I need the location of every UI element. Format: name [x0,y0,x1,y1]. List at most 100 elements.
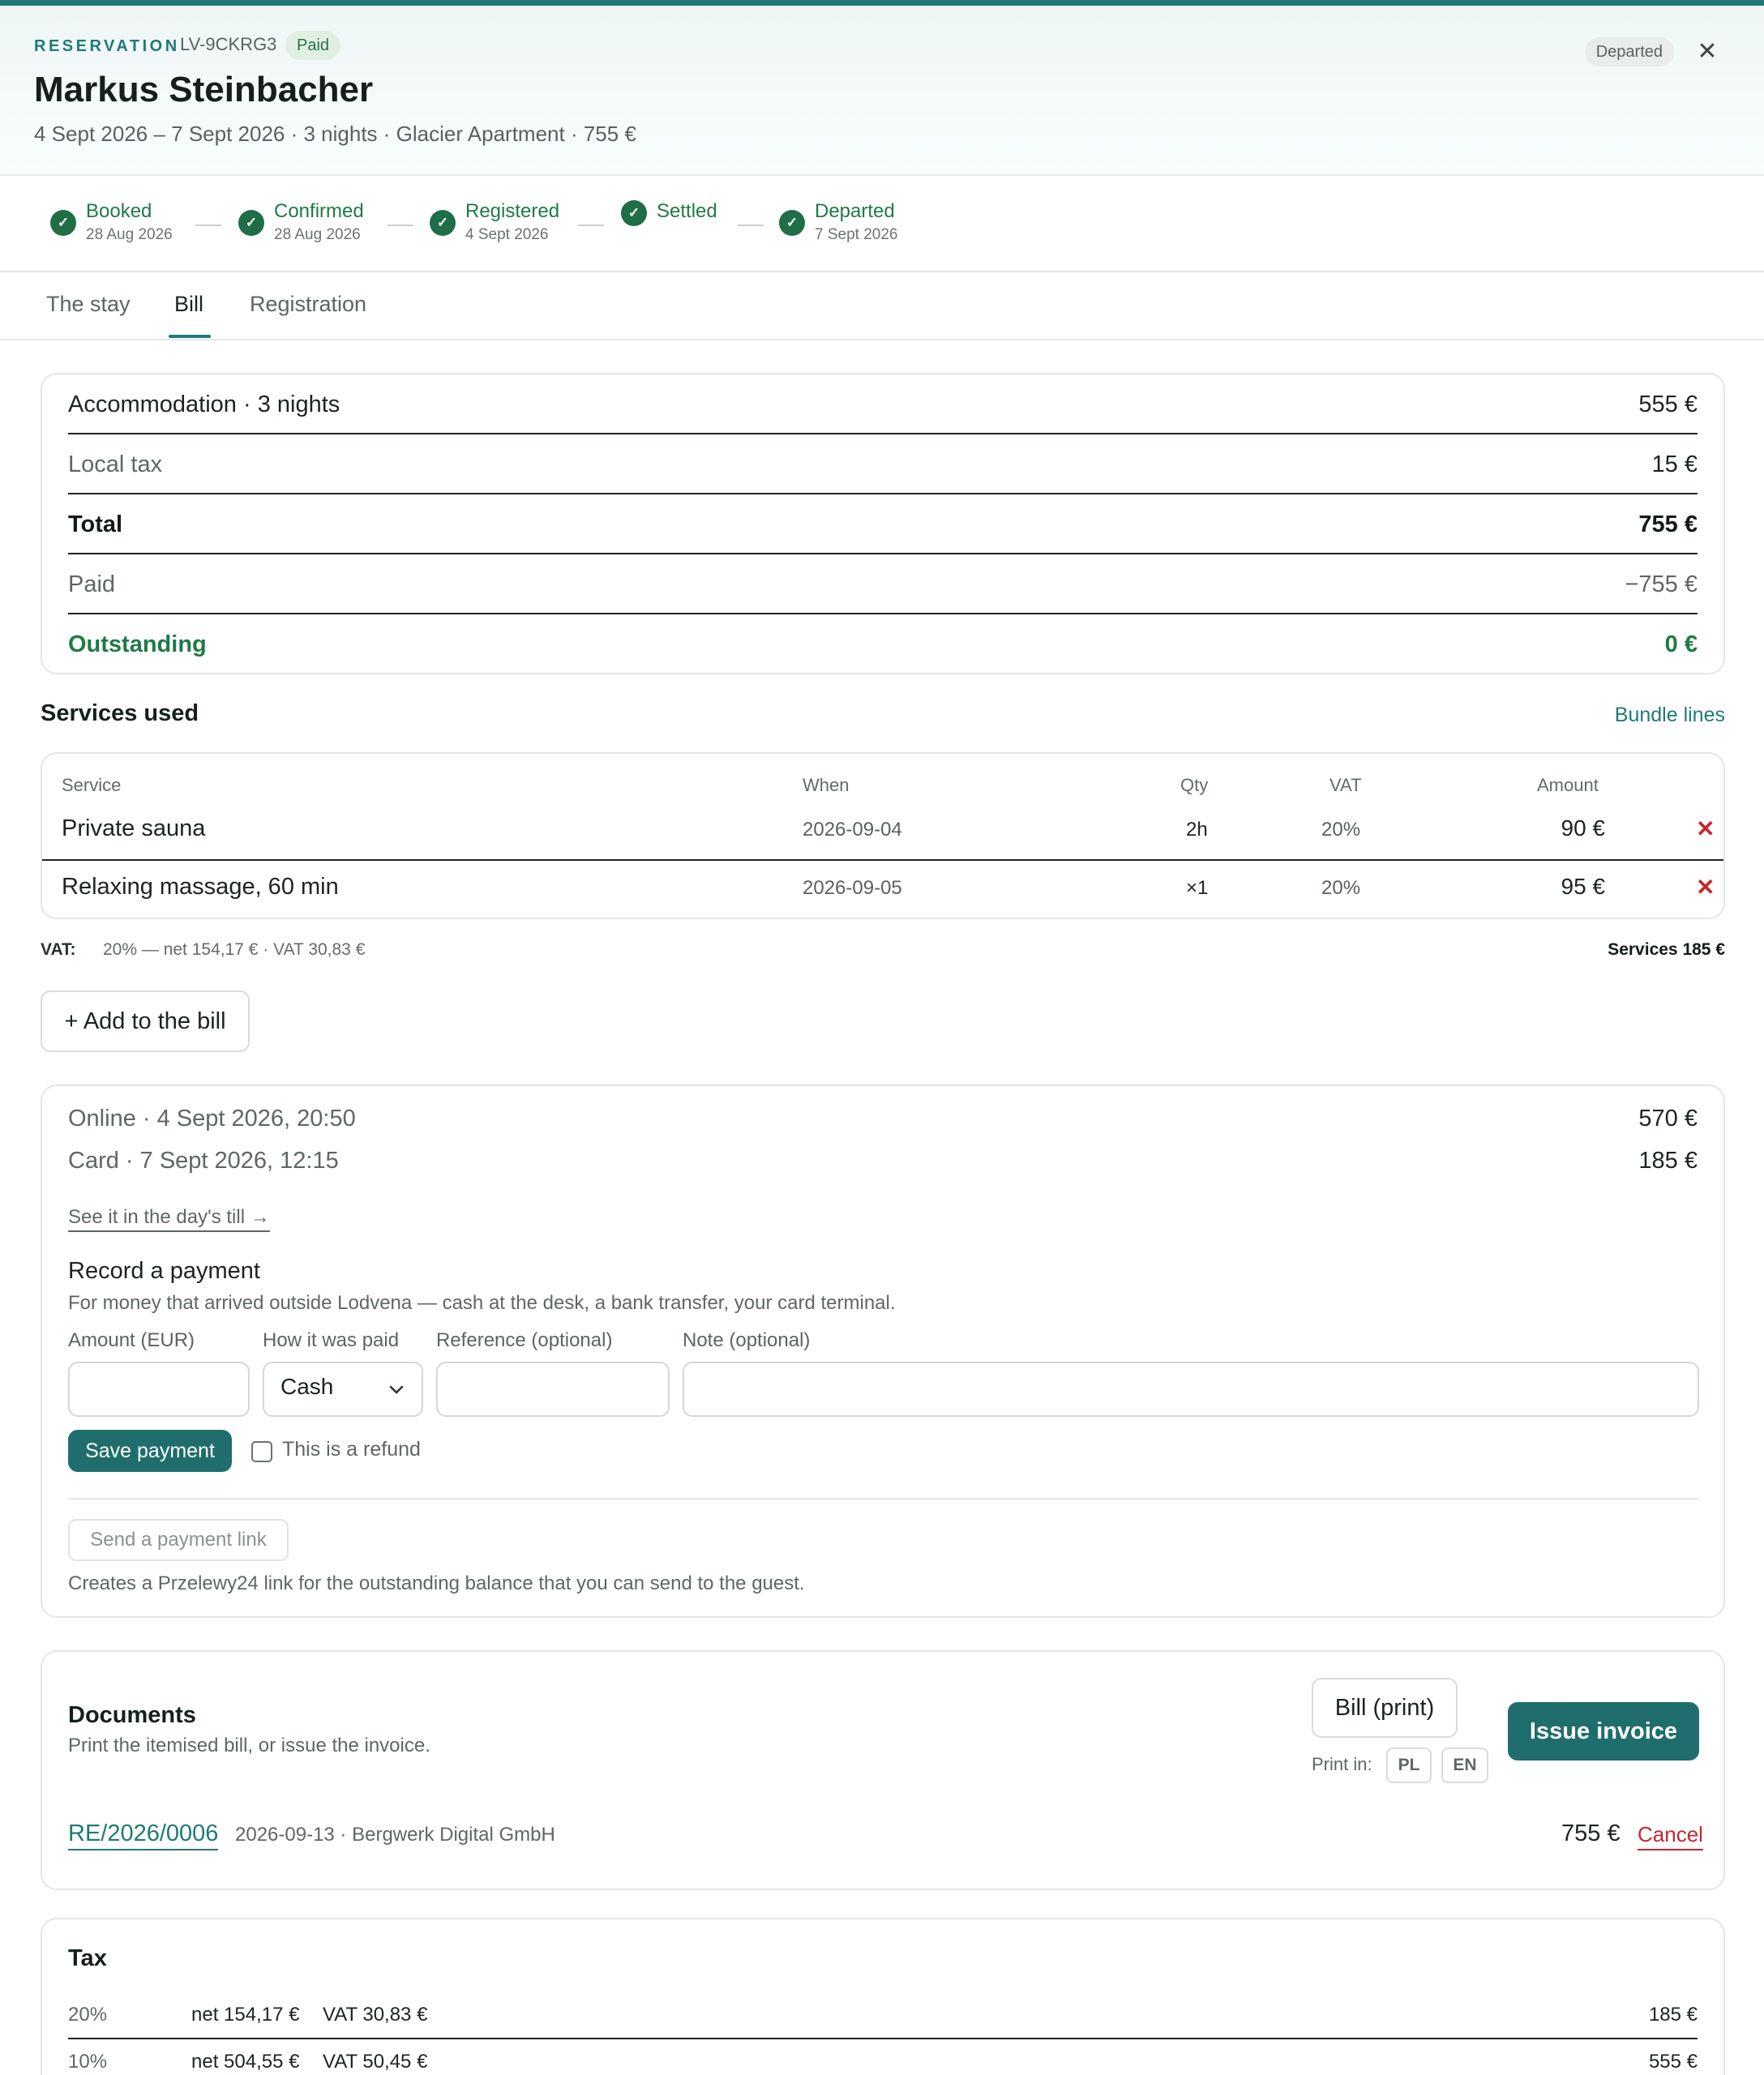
col-qty: Qty [1180,775,1209,795]
tax-vat: VAT 30,83 € [323,2004,428,2026]
bill-print-button[interactable]: Bill (print) [1312,1678,1458,1738]
close-icon: ✕ [1697,38,1718,65]
days-till-link[interactable]: See it in the day's till → [68,1206,270,1232]
check-icon: ✓ [430,210,456,236]
step-date: 28 Aug 2026 [274,226,361,243]
note-label: Note (optional) [683,1329,811,1351]
tax-gross: 555 € [1648,2051,1698,2073]
summary-row-outstanding: Outstanding 0 € [68,614,1698,674]
invoice-number-link[interactable]: RE/2026/0006 [68,1820,219,1850]
step-connector [578,225,604,226]
check-icon: ✓ [621,200,647,226]
step-connector [387,225,413,226]
tax-row: 20% net 154,17 € VAT 30,83 € 185 € [68,1992,1698,2039]
col-service: Service [62,775,122,795]
step-connector [195,225,221,226]
step-label: Settled [657,200,717,222]
table-row: Relaxing massage, 60 min 2026-09-05 ×1 2… [42,861,1723,919]
print-language-en[interactable]: EN [1441,1748,1488,1783]
cancel-invoice-link[interactable]: Cancel [1638,1822,1703,1850]
method-label: How it was paid [263,1329,400,1351]
summary-value: −755 € [1625,571,1698,597]
reservation-eyebrow: RESERVATION [34,37,180,55]
service-when: 2026-09-05 [803,877,902,899]
print-language-pl[interactable]: PL [1386,1748,1432,1783]
refund-label: This is a refund [282,1438,421,1461]
summary-row-paid: Paid −755 € [68,554,1698,614]
summary-label: Paid [68,571,116,597]
service-amount: 95 € [1561,874,1606,899]
tax-net: net 504,55 € [191,2051,300,2073]
tax-gross: 185 € [1648,2004,1698,2026]
amount-label: Amount (EUR) [68,1329,195,1351]
status-timeline: ✓ Booked 28 Aug 2026 ✓ Confirmed 28 Aug … [0,178,1764,272]
service-name: Relaxing massage, 60 min [62,874,339,900]
refund-checkbox[interactable] [251,1441,272,1462]
remove-line-button[interactable]: ✕ [1696,874,1715,901]
chevron-down-icon [389,1385,404,1394]
payment-line: Online · 4 Sept 2026, 20:50 [68,1106,356,1132]
tax-vat: VAT 50,45 € [323,2051,428,2073]
remove-icon: ✕ [1696,875,1715,900]
bundle-lines-link[interactable]: Bundle lines [1615,704,1725,727]
send-link-description: Creates a Przelewy24 link for the outsta… [68,1572,805,1594]
vat-label: VAT: [41,940,76,959]
reference-input[interactable] [436,1362,670,1417]
note-input[interactable] [683,1362,1699,1417]
tab-registration[interactable]: Registration [250,292,366,317]
services-table: Service When Qty VAT Amount Private saun… [41,752,1725,919]
service-when: 2026-09-04 [803,819,902,841]
step-date: 7 Sept 2026 [815,226,898,243]
send-payment-link-button[interactable]: Send a payment link [68,1519,289,1561]
service-name: Private sauna [62,815,206,841]
col-when: When [803,775,850,795]
col-vat: VAT [1329,775,1362,795]
service-amount: 90 € [1561,815,1606,841]
table-row: Private sauna 2026-09-04 2h 20% 90 € ✕ [42,801,1723,861]
payment-amount: 185 € [1638,1148,1698,1174]
payment-line: Card · 7 Sept 2026, 12:15 [68,1148,339,1174]
issue-invoice-button[interactable]: Issue invoice [1508,1702,1699,1761]
vat-summary: 20% — net 154,17 € · VAT 30,83 € [103,940,366,959]
add-to-bill-button[interactable]: + Add to the bill [41,990,250,1052]
service-qty: 2h [1186,819,1208,841]
tax-title: Tax [68,1945,107,1971]
summary-label: Outstanding [68,631,207,657]
active-tab-indicator [169,335,211,338]
check-icon: ✓ [50,210,76,236]
summary-row-accommodation: Accommodation · 3 nights 555 € [68,374,1698,434]
tax-card: Tax 20% net 154,17 € VAT 30,83 € 185 € 1… [41,1918,1725,2075]
close-button[interactable]: ✕ [1691,36,1723,68]
documents-card: Documents Print the itemised bill, or is… [41,1650,1725,1890]
summary-row-local-tax: Local tax 15 € [68,434,1698,494]
record-payment-title: Record a payment [68,1258,260,1284]
summary-value: 0 € [1664,631,1698,657]
tax-rate: 10% [68,2051,108,2073]
tab-bill[interactable]: Bill [174,292,203,317]
remove-icon: ✕ [1696,816,1715,841]
payment-method-select[interactable]: Cash [263,1362,423,1417]
documents-title: Documents [68,1702,196,1728]
service-vat: 20% [1321,819,1361,841]
tab-the-stay[interactable]: The stay [46,292,131,317]
summary-value: 15 € [1651,451,1698,477]
payment-method-value: Cash [280,1374,334,1399]
summary-row-total: Total 755 € [68,494,1698,554]
reservation-summary: 4 Sept 2026 – 7 Sept 2026 · 3 nights · G… [34,122,636,146]
remove-line-button[interactable]: ✕ [1696,815,1715,842]
step-label: Departed [815,200,895,222]
step-label: Booked [86,200,152,222]
service-qty: ×1 [1186,877,1209,899]
step-connector [738,225,764,226]
guest-name: Markus Steinbacher [34,70,374,109]
services-total: Services 185 € [1608,940,1725,959]
tax-rate: 20% [68,2004,108,2026]
save-payment-button[interactable]: Save payment [68,1430,232,1472]
payment-status-badge: Paid [285,31,341,60]
invoice-meta: 2026-09-13 · Bergwerk Digital GmbH [235,1824,555,1846]
amount-input[interactable] [68,1362,250,1417]
step-date: 4 Sept 2026 [465,226,549,243]
summary-label: Total [68,511,123,537]
check-icon: ✓ [238,210,264,236]
accent-bar [0,0,1764,6]
